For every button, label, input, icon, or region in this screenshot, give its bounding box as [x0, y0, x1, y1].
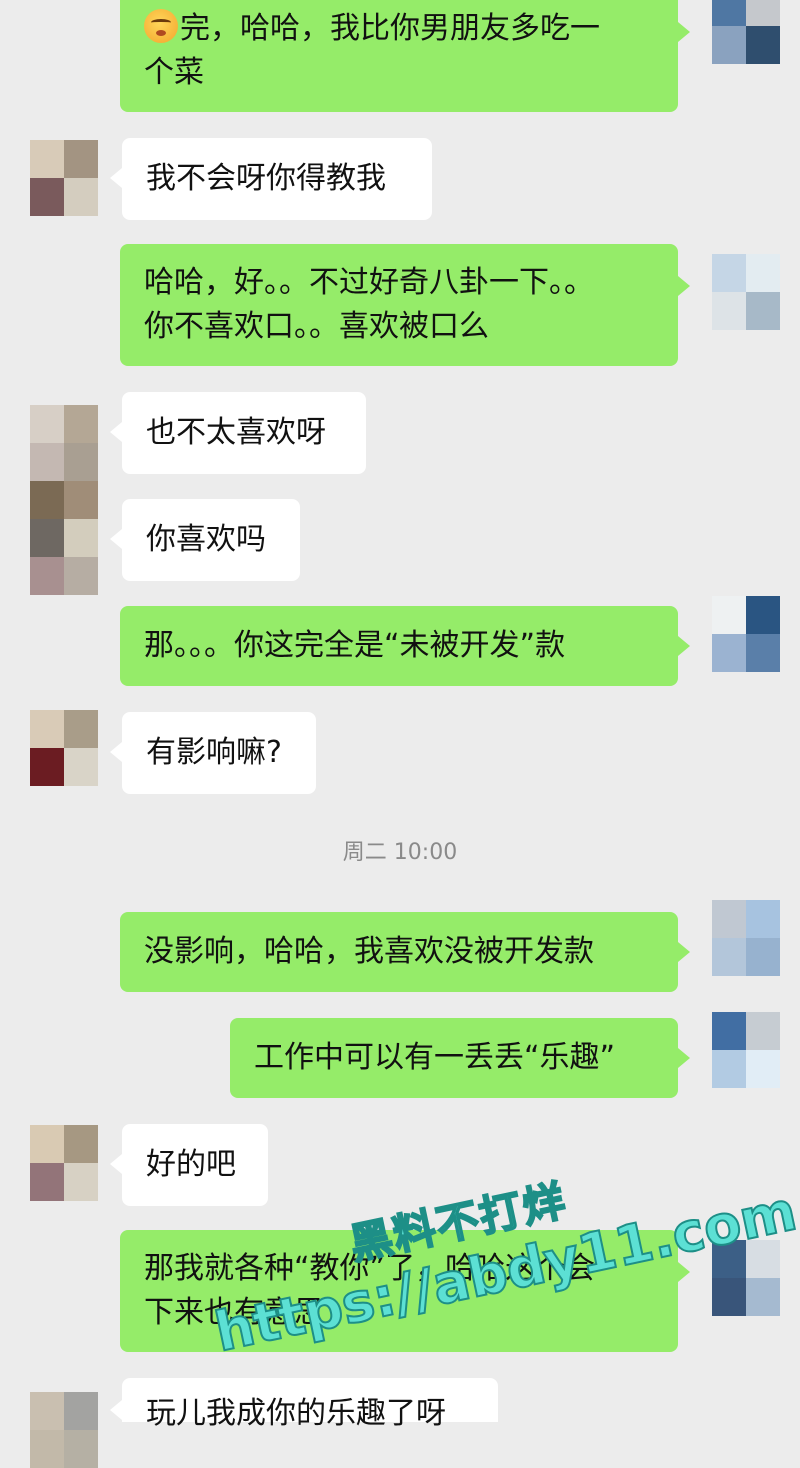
- bubble-tail: [110, 529, 122, 549]
- message-text: 你喜欢吗: [146, 522, 266, 557]
- message-bubble-sent[interactable]: 工作中可以有一丢丢“乐趣”: [230, 1018, 678, 1098]
- message-bubble-received[interactable]: 也不太喜欢呀: [122, 392, 366, 474]
- message-bubble-received[interactable]: 好的吧: [122, 1124, 268, 1206]
- bubble-tail: [110, 1154, 122, 1174]
- message-bubble-received[interactable]: 我不会呀你得教我: [122, 138, 432, 220]
- bubble-tail: [110, 1400, 122, 1420]
- message-text: 工作中可以有一丢丢“乐趣”: [254, 1040, 616, 1075]
- message-bubble-received[interactable]: 玩儿我成你的乐趣了呀: [122, 1378, 498, 1431]
- message-text: 好的吧: [146, 1147, 236, 1182]
- message-bubble-sent[interactable]: 哈哈，好。。不过好奇八卦一下。。 你不喜欢口。。喜欢被口么: [120, 244, 678, 366]
- my-avatar[interactable]: [712, 1012, 780, 1088]
- timestamp: 周二 10:00: [342, 840, 458, 865]
- message-text: 哈哈，好。。不过好奇八卦一下。。 你不喜欢口。。喜欢被口么: [144, 265, 594, 344]
- contact-avatar[interactable]: [30, 1125, 98, 1201]
- my-avatar[interactable]: [712, 254, 780, 330]
- message-text: 没影响，哈哈，我喜欢没被开发款: [144, 934, 594, 969]
- my-avatar[interactable]: [712, 0, 780, 64]
- message-bubble-sent[interactable]: 完，哈哈，我比你男朋友多吃一 个菜: [120, 0, 678, 112]
- message-text: 有影响嘛?: [146, 735, 282, 770]
- message-text: 完，哈哈，我比你男朋友多吃一 个菜: [144, 9, 600, 90]
- bubble-tail: [678, 276, 690, 296]
- message-text: 那我就各种“教你”了，哈哈这个会 下来也有意思: [144, 1251, 596, 1330]
- message-text: 那。。。你这完全是“未被开发”款: [144, 628, 566, 663]
- my-avatar[interactable]: [712, 900, 780, 976]
- my-avatar[interactable]: [712, 596, 780, 672]
- bubble-tail: [678, 942, 690, 962]
- chat-area[interactable]: 完，哈哈，我比你男朋友多吃一 个菜 我不会呀你得教我 哈哈，好。。不过好奇八卦一…: [0, 0, 800, 1468]
- my-avatar[interactable]: [712, 1240, 780, 1316]
- contact-avatar[interactable]: [30, 1392, 98, 1468]
- bubble-tail: [110, 422, 122, 442]
- tired-face-emoji-icon: [144, 9, 178, 43]
- message-bubble-received[interactable]: 有影响嘛?: [122, 712, 316, 794]
- bubble-tail: [678, 22, 690, 42]
- bubble-tail: [110, 168, 122, 188]
- message-text: 也不太喜欢呀: [146, 415, 326, 450]
- message-bubble-sent[interactable]: 那我就各种“教你”了，哈哈这个会 下来也有意思: [120, 1230, 678, 1352]
- bubble-tail: [678, 636, 690, 656]
- message-bubble-received[interactable]: 你喜欢吗: [122, 499, 300, 581]
- message-text: 我不会呀你得教我: [146, 161, 386, 196]
- message-bubble-sent[interactable]: 没影响，哈哈，我喜欢没被开发款: [120, 912, 678, 992]
- message-text: 玩儿我成你的乐趣了呀: [146, 1396, 446, 1431]
- message-bubble-sent[interactable]: 那。。。你这完全是“未被开发”款: [120, 606, 678, 686]
- bubble-tail: [110, 742, 122, 762]
- bubble-tail: [678, 1048, 690, 1068]
- bubble-tail: [678, 1262, 690, 1282]
- contact-avatar[interactable]: [30, 140, 98, 216]
- contact-avatar[interactable]: [30, 405, 98, 595]
- contact-avatar[interactable]: [30, 710, 98, 786]
